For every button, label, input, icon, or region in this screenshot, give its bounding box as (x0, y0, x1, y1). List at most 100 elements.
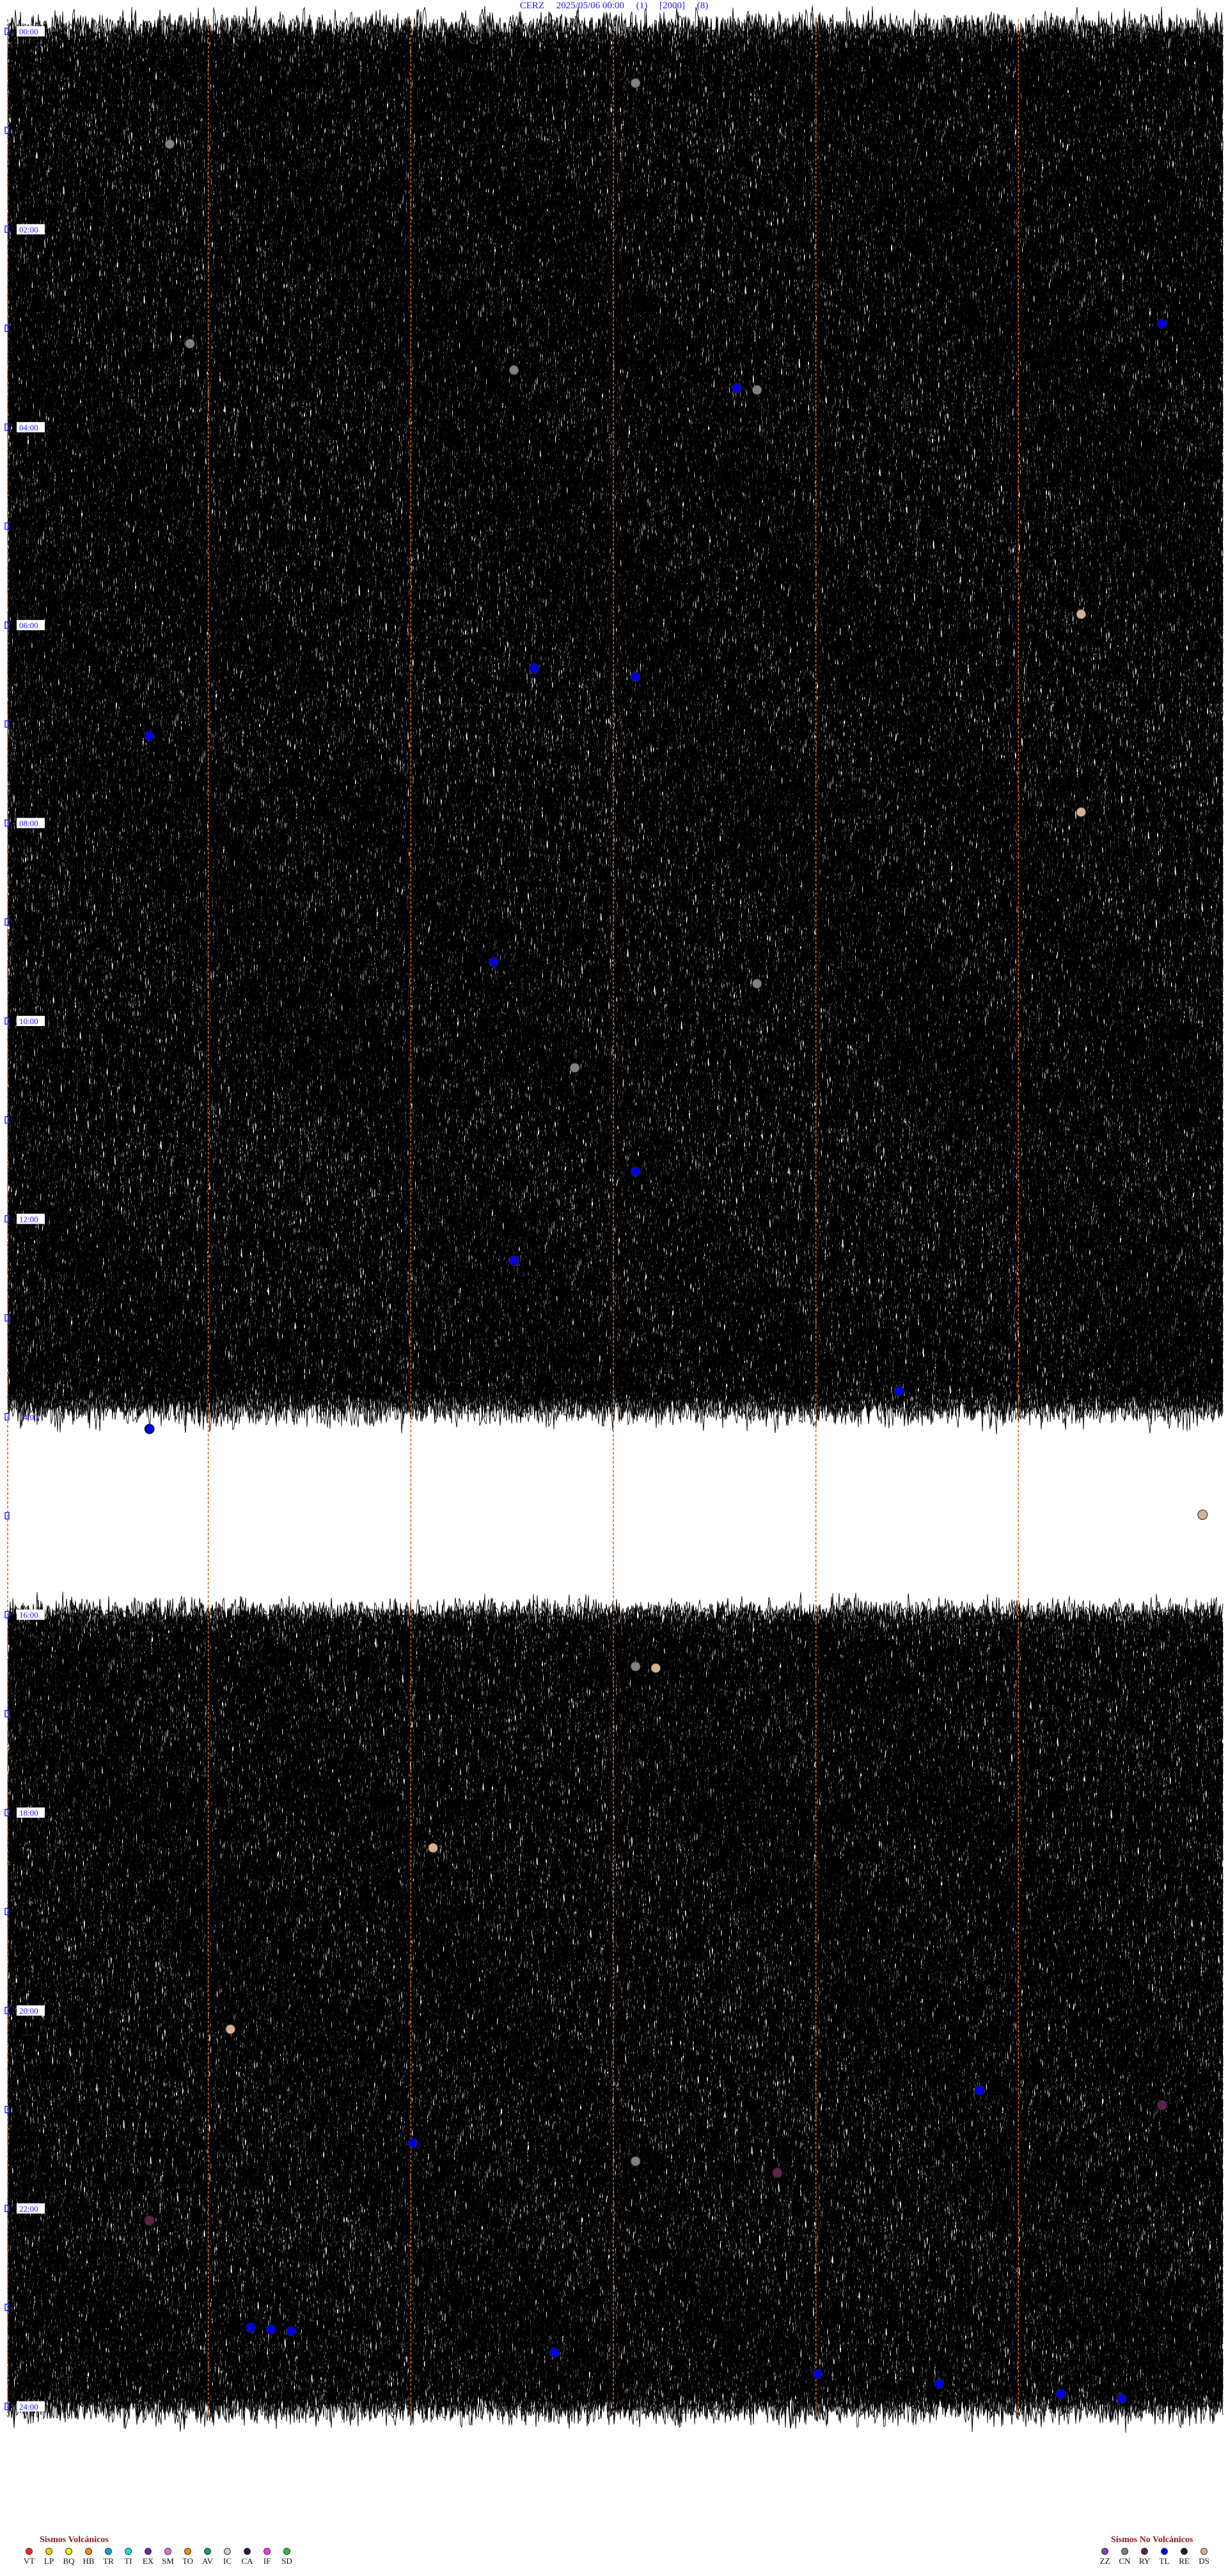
legend-code: RY (1139, 2556, 1150, 2566)
legend-item-cn: CN (1115, 2548, 1135, 2566)
legend-item-sd: SD (277, 2548, 297, 2566)
legend-item-if: IF (257, 2548, 277, 2566)
legend-dot (145, 2548, 152, 2555)
event-marker-tl (1158, 319, 1167, 329)
event-marker-cn (631, 1662, 640, 1671)
legend-item-ex: EX (138, 2548, 158, 2566)
legend-dot (264, 2548, 271, 2555)
legend-item-zz: ZZ (1095, 2548, 1115, 2566)
legend-dot (224, 2548, 231, 2555)
legend-item-ti: TI (118, 2548, 138, 2566)
event-marker-ry (1158, 2100, 1167, 2110)
hour-label: 00:00 (19, 27, 38, 36)
nonvolcanic-legend-title: Sismos No Volcánicos (1111, 2535, 1193, 2545)
legend-item-ds: DS (1194, 2548, 1214, 2566)
event-marker-ry (145, 2216, 154, 2225)
legend-code: RE (1179, 2556, 1190, 2566)
legend-dot (85, 2548, 92, 2555)
legend-dot (184, 2548, 191, 2555)
hour-label: 10:00 (19, 1016, 38, 1026)
legend-code: TR (103, 2556, 114, 2566)
legend-item-vt: VT (19, 2548, 39, 2566)
event-marker-tl (489, 958, 499, 967)
hour-label: 18:00 (19, 1808, 38, 1818)
hour-label: 20:00 (19, 2006, 38, 2016)
legend-item-bq: BQ (59, 2548, 79, 2566)
event-marker-tl (631, 1167, 640, 1176)
legend-item-sm: SM (158, 2548, 178, 2566)
legend-dot (1121, 2548, 1128, 2555)
event-marker-tl (1117, 2394, 1126, 2403)
legend-item-ca: CA (237, 2548, 257, 2566)
event-marker-tl (894, 1386, 904, 1396)
event-marker-tl (509, 1256, 519, 1265)
legend-dot (105, 2548, 112, 2555)
legend-dot (164, 2548, 171, 2555)
hour-label: 22:00 (19, 2204, 38, 2213)
helicorder-plot: 00:00 02:00 04:00 06:00 08:00 10:00 12:00 14:00… (0, 0, 1228, 2576)
event-marker-tl (631, 672, 640, 682)
legend-code: TI (124, 2556, 132, 2566)
legend-dot (1200, 2548, 1208, 2555)
volcanic-legend: VT LP BQ HB TR TI EX SM TO AV IC CA IF SD (19, 2548, 297, 2566)
legend-code: VT (24, 2556, 35, 2566)
legend-dot (125, 2548, 132, 2555)
event-marker-tl (287, 2327, 296, 2336)
legend-dot (204, 2548, 211, 2555)
event-marker-tl (813, 2369, 823, 2379)
hour-label: 08:00 (19, 819, 38, 828)
hour-label: 02:00 (19, 225, 38, 234)
event-marker-tl (145, 1424, 154, 1434)
legend-dot (1181, 2548, 1188, 2555)
legend-code: TO (182, 2556, 193, 2566)
event-marker-cn (752, 385, 762, 395)
legend-dot (1161, 2548, 1168, 2555)
hour-label: 12:00 (19, 1214, 38, 1224)
legend-code: SD (281, 2556, 292, 2566)
legend-code: SM (162, 2556, 174, 2566)
legend-dot (244, 2548, 251, 2555)
legend-code: EX (143, 2556, 154, 2566)
event-marker-tl (408, 2138, 418, 2148)
legend-code: ZZ (1100, 2556, 1110, 2566)
legend-code: TL (1160, 2556, 1170, 2566)
event-marker-tl (550, 2348, 560, 2357)
nonvolcanic-legend: ZZ CN RY TL RE DS (1095, 2548, 1214, 2566)
seismic-traces (8, 6, 1223, 2433)
event-marker-tl (732, 383, 742, 393)
hour-label: 06:00 (19, 620, 38, 630)
event-marker-cn (570, 1063, 579, 1073)
legend-item-ic: IC (217, 2548, 237, 2566)
legend-code: IC (223, 2556, 232, 2566)
event-marker-ds (429, 1843, 438, 1853)
legend-item-re: RE (1174, 2548, 1194, 2566)
edge-marker (5, 1414, 9, 1420)
legend-code: CA (241, 2556, 253, 2566)
event-marker-cn (509, 365, 519, 375)
event-marker-cn (185, 339, 195, 349)
legend-code: BQ (63, 2556, 74, 2566)
legend-code: LP (44, 2556, 54, 2566)
event-marker-tl (975, 2085, 985, 2095)
legend-dot (65, 2548, 72, 2555)
event-marker-ds (1076, 807, 1086, 817)
legend-code: CN (1119, 2556, 1130, 2566)
hour-label: 16:00 (19, 1610, 38, 1620)
legend-code: AV (202, 2556, 213, 2566)
legend-dot (1101, 2548, 1108, 2555)
legend-dot (283, 2548, 290, 2555)
event-marker-tl (934, 2379, 944, 2389)
hour-label: 24:00 (19, 2402, 38, 2412)
legend-dot (26, 2548, 33, 2555)
legend-item-hb: HB (79, 2548, 98, 2566)
legend-dot (1141, 2548, 1148, 2555)
event-marker-tl (1056, 2389, 1066, 2399)
legend-item-to: TO (178, 2548, 198, 2566)
event-marker-cn (165, 139, 175, 149)
hour-label: 04:00 (19, 423, 38, 432)
event-marker-cn (631, 78, 640, 88)
event-marker-tl (266, 2325, 276, 2334)
edge-marker (5, 820, 9, 826)
volcanic-legend-title: Sismos Volcánicos (40, 2535, 109, 2545)
hour-label: 14:00 (19, 1412, 38, 1422)
